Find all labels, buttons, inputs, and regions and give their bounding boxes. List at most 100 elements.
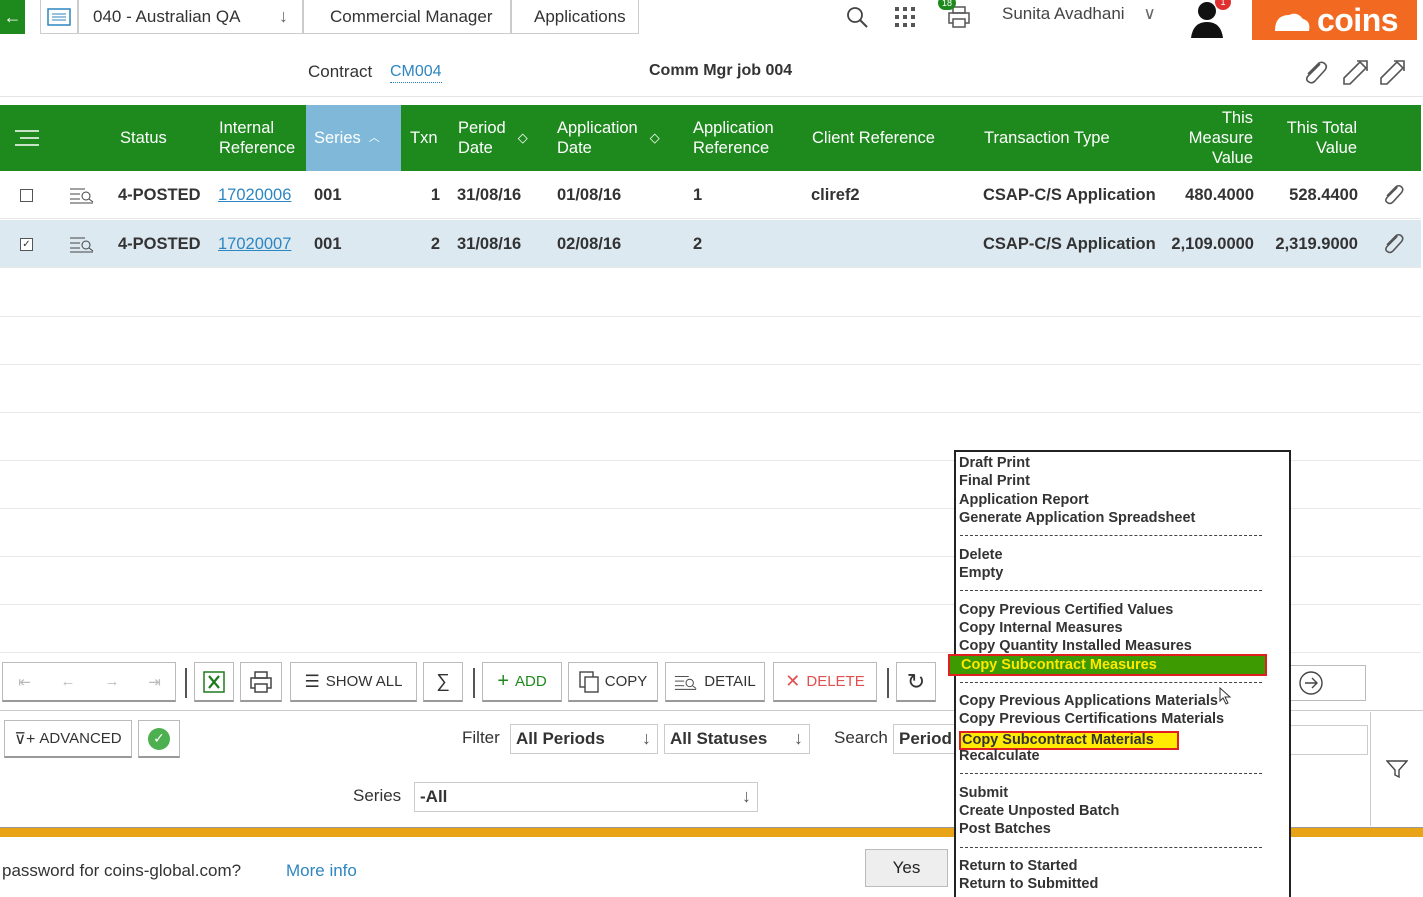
header-internal-reference[interactable]: Internal Reference: [219, 105, 295, 171]
expand-button[interactable]: [1340, 58, 1370, 88]
contract-name: Comm Mgr job 004: [649, 62, 793, 79]
period-filter-select[interactable]: All Periods ↓: [510, 724, 658, 754]
search-by-select[interactable]: Period: [893, 724, 957, 754]
menu-item-draft-print[interactable]: Draft Print: [959, 454, 1030, 472]
logo-text: coins: [1316, 1, 1399, 38]
copy-button[interactable]: COPY: [568, 662, 658, 702]
breadcrumb-module[interactable]: Commercial Manager: [303, 0, 511, 34]
header-period-date[interactable]: Period Date ◇: [458, 105, 528, 171]
user-menu[interactable]: Sunita Avadhani ∨: [1002, 4, 1156, 24]
arrow-down-icon: ↓: [642, 728, 651, 748]
breadcrumb-company[interactable]: 040 - Australian QA ↓: [78, 0, 303, 34]
apps-button[interactable]: [890, 2, 920, 32]
header-application-date[interactable]: Application Date ◇: [557, 105, 660, 171]
advanced-filter-button[interactable]: ⊽+ ADVANCED: [4, 720, 132, 758]
menu-item-copy-previous-cert-materials[interactable]: Copy Previous Certifications Materials: [959, 710, 1224, 728]
next-page-button[interactable]: →: [90, 662, 134, 702]
list-menu-button[interactable]: [40, 0, 78, 34]
search-input[interactable]: [1290, 725, 1368, 755]
last-page-button[interactable]: ⇥: [134, 662, 176, 702]
header-txn[interactable]: Txn: [410, 105, 438, 171]
search-label: Search: [834, 728, 888, 747]
menu-item-delete[interactable]: Delete: [959, 546, 1003, 564]
table-row[interactable]: 4-POSTED 17020006 001 1 31/08/16 01/08/1…: [0, 171, 1421, 219]
menu-item-return-to-started[interactable]: Return to Started: [959, 857, 1077, 875]
menu-separator: [960, 682, 1262, 683]
row-detail-button[interactable]: [69, 171, 95, 219]
sum-button[interactable]: ∑: [423, 662, 463, 702]
cell-application-reference: 2: [693, 234, 703, 253]
header-transaction-type[interactable]: Transaction Type: [984, 105, 1110, 171]
detail-button[interactable]: DETAIL: [665, 662, 765, 702]
menu-item-post-batches[interactable]: Post Batches: [959, 820, 1051, 838]
row-divider: [0, 364, 1421, 365]
menu-item-application-report[interactable]: Application Report: [959, 491, 1089, 509]
expand-pencil-icon: [1343, 60, 1368, 85]
print-queue-button[interactable]: 18: [938, 0, 974, 32]
menu-item-copy-internal-measures[interactable]: Copy Internal Measures: [959, 619, 1123, 637]
divider: [0, 96, 1423, 97]
menu-item-return-to-submitted[interactable]: Return to Submitted: [959, 875, 1098, 893]
more-info-link[interactable]: More info: [286, 861, 357, 881]
row-select-cell[interactable]: ✓: [20, 220, 33, 268]
delete-button[interactable]: ✕ DELETE: [773, 662, 877, 702]
menu-item-copy-quantity-installed[interactable]: Copy Quantity Installed Measures: [959, 637, 1192, 655]
header-series[interactable]: Series ︿: [306, 105, 401, 171]
header-client-reference[interactable]: Client Reference: [812, 105, 935, 171]
export-excel-button[interactable]: [194, 662, 234, 702]
menu-item-copy-previous-certified[interactable]: Copy Previous Certified Values: [959, 601, 1173, 619]
back-button[interactable]: ←: [0, 0, 25, 34]
table-row[interactable]: ✓ 4-POSTED 17020007 001 2 31/08/16 02/08…: [0, 220, 1421, 268]
cell-internal-reference-link[interactable]: 17020006: [218, 171, 291, 219]
header-text: Application: [557, 119, 638, 137]
yes-button[interactable]: Yes: [865, 849, 948, 887]
header-text: Internal: [219, 119, 275, 137]
edit-expand-button[interactable]: [1377, 58, 1407, 88]
show-all-button[interactable]: ☰ SHOW ALL: [290, 662, 417, 702]
row-checkbox[interactable]: [20, 188, 33, 202]
add-button[interactable]: + ADD: [482, 662, 562, 702]
detail-label: DETAIL: [704, 673, 756, 690]
header-measure-value[interactable]: This Measure Value: [1170, 105, 1253, 171]
header-status[interactable]: Status: [120, 105, 167, 171]
previous-page-button[interactable]: ←: [46, 662, 90, 702]
last-page-icon: ⇥: [148, 673, 161, 691]
menu-item-copy-subcontract-measures[interactable]: Copy Subcontract Measures: [948, 654, 1267, 676]
sort-both-icon: ◇: [649, 130, 660, 145]
header-text-group: Application Date: [557, 118, 638, 158]
menu-item-recalculate[interactable]: Recalculate: [959, 747, 1040, 765]
go-button[interactable]: [1289, 665, 1366, 701]
search-button[interactable]: [842, 2, 872, 32]
header-application-reference[interactable]: Application Reference: [693, 105, 774, 171]
column-menu-button[interactable]: [14, 105, 44, 171]
series-select[interactable]: -All ↓: [414, 782, 758, 812]
cell-application-date: 01/08/16: [557, 185, 622, 204]
header-total-value[interactable]: This Total Value: [1270, 105, 1357, 171]
apply-filter-button[interactable]: ✓: [138, 720, 180, 758]
menu-item-empty[interactable]: Empty: [959, 564, 1003, 582]
header-text: Period: [458, 119, 506, 137]
first-page-button[interactable]: ⇤: [2, 662, 46, 702]
menu-item-final-print[interactable]: Final Print: [959, 472, 1030, 490]
cell-internal-reference-link[interactable]: 17020007: [218, 220, 291, 268]
print-button[interactable]: [240, 662, 282, 702]
contract-code-link[interactable]: CM004: [390, 63, 442, 83]
filter-toggle-button[interactable]: [1370, 712, 1423, 826]
attach-button[interactable]: [1300, 58, 1330, 88]
menu-item-generate-spreadsheet[interactable]: Generate Application Spreadsheet: [959, 509, 1195, 527]
status-filter-select[interactable]: All Statuses ↓: [664, 724, 810, 754]
avatar[interactable]: 1: [1185, 0, 1231, 38]
refresh-button[interactable]: ↻: [896, 662, 936, 702]
cell-application-date: 02/08/16: [557, 234, 622, 253]
row-attach-button[interactable]: [1380, 220, 1406, 268]
menu-item-create-unposted-batch[interactable]: Create Unposted Batch: [959, 802, 1119, 820]
row-checkbox-checked[interactable]: ✓: [20, 237, 33, 251]
row-detail-button[interactable]: [69, 220, 95, 268]
sort-asc-icon: ︿: [368, 132, 380, 144]
row-attach-button[interactable]: [1380, 171, 1406, 219]
breadcrumb-page[interactable]: Applications: [511, 0, 639, 34]
menu-item-copy-previous-app-materials[interactable]: Copy Previous Applications Materials: [959, 692, 1218, 710]
row-select-cell[interactable]: [20, 171, 33, 219]
menu-item-submit[interactable]: Submit: [959, 784, 1008, 802]
check-icon: ✓: [148, 727, 170, 750]
